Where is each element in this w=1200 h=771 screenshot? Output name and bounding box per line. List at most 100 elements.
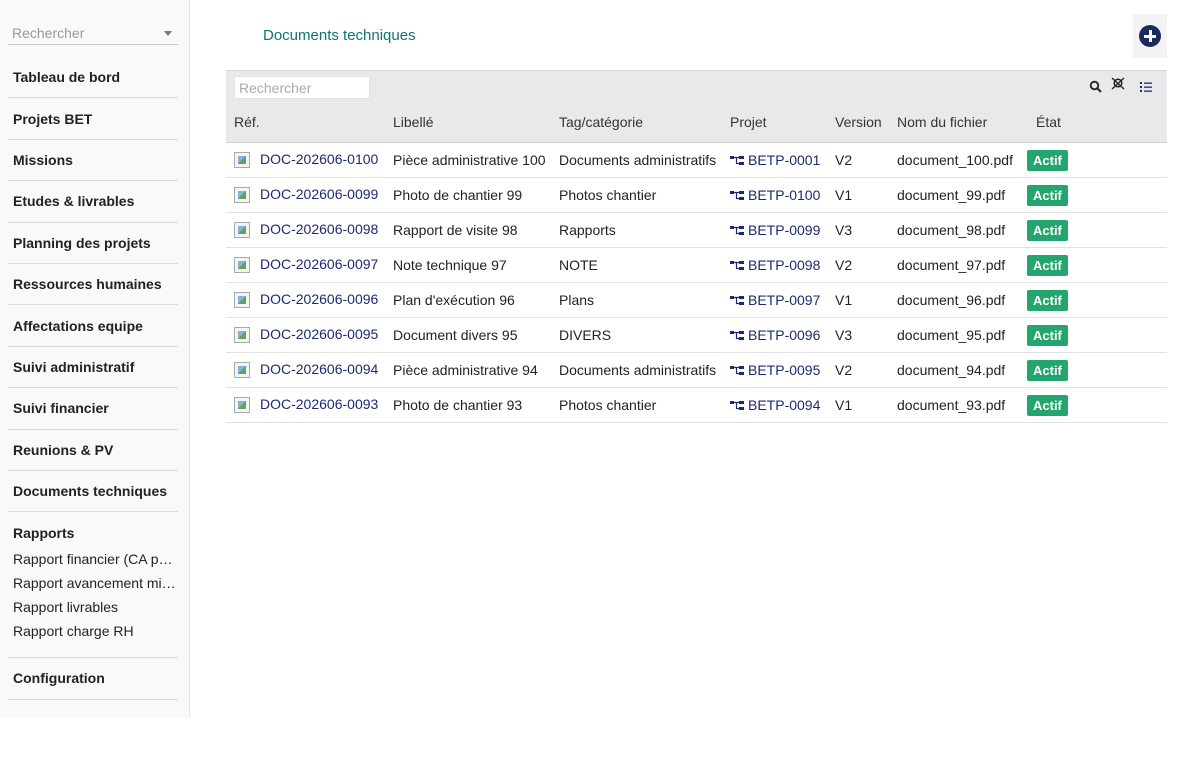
sidebar-menu: Tableau de bord Projets BET Missions Etu… (8, 57, 178, 700)
col-header-ref[interactable]: Réf. (234, 114, 260, 130)
sidebar-item-ressources-humaines[interactable]: Ressources humaines (8, 264, 178, 306)
doc-ref-link[interactable]: DOC-202606-0094 (260, 361, 378, 377)
sidebar-item-affectations[interactable]: Affectations equipe (8, 305, 178, 347)
doc-ref-link[interactable]: DOC-202606-0096 (260, 291, 378, 307)
project-link[interactable]: BETP-0100 (730, 187, 820, 203)
chevron-down-icon[interactable] (164, 31, 172, 36)
project-tree-icon (730, 226, 744, 235)
project-code: BETP-0094 (748, 397, 821, 413)
status-badge: Actif (1027, 255, 1068, 276)
project-tree-icon (730, 366, 744, 375)
sidebar-item-etudes-livrables[interactable]: Etudes & livrables (8, 181, 178, 223)
doc-version: V1 (835, 187, 853, 203)
image-icon (234, 397, 250, 413)
image-icon (234, 222, 250, 238)
doc-libelle: Photo de chantier 93 (393, 397, 523, 413)
col-header-etat[interactable]: État (1036, 114, 1061, 130)
project-tree-icon (730, 156, 744, 165)
project-code: BETP-0096 (748, 327, 821, 343)
doc-libelle: Photo de chantier 99 (393, 187, 523, 203)
sidebar-item-suivi-financier[interactable]: Suivi financier (8, 388, 178, 430)
table-row: DOC-202606-0093 Photo de chantier 93 Pho… (226, 388, 1167, 423)
doc-ref-link[interactable]: DOC-202606-0100 (260, 151, 378, 167)
image-icon (234, 152, 250, 168)
image-icon (234, 187, 250, 203)
doc-version: V1 (835, 292, 853, 308)
table-row: DOC-202606-0097 Note technique 97 NOTE B… (226, 248, 1167, 283)
table-row: DOC-202606-0100 Pièce administrative 100… (226, 143, 1167, 178)
sidebar-item-projets-bet[interactable]: Projets BET (8, 98, 178, 140)
doc-filename: document_93.pdf (897, 397, 1006, 413)
doc-version: V3 (835, 327, 853, 343)
status-badge: Actif (1027, 290, 1068, 311)
plus-circle-icon[interactable] (1139, 25, 1161, 47)
clear-filter-icon[interactable] (1111, 77, 1125, 91)
project-tree-icon (730, 261, 744, 270)
doc-ref-link[interactable]: DOC-202606-0099 (260, 186, 378, 202)
col-header-fichier[interactable]: Nom du fichier (897, 114, 987, 130)
table-search-input[interactable] (234, 76, 370, 99)
project-code: BETP-0099 (748, 222, 821, 238)
doc-ref-link[interactable]: DOC-202606-0095 (260, 326, 378, 342)
doc-tag: NOTE (559, 257, 598, 273)
doc-ref-link[interactable]: DOC-202606-0097 (260, 256, 378, 272)
col-header-libelle[interactable]: Libellé (393, 114, 433, 130)
table-row: DOC-202606-0098 Rapport de visite 98 Rap… (226, 213, 1167, 248)
project-link[interactable]: BETP-0096 (730, 327, 820, 343)
project-link[interactable]: BETP-0098 (730, 257, 820, 273)
doc-libelle: Pièce administrative 100 (393, 152, 546, 168)
doc-filename: document_98.pdf (897, 222, 1006, 238)
sidebar-subitem-rapport-livrables[interactable]: Rapport livrables (8, 595, 178, 619)
sidebar-item-reunions-pv[interactable]: Reunions & PV (8, 430, 178, 471)
project-tree-icon (730, 401, 744, 410)
project-code: BETP-0097 (748, 292, 821, 308)
status-badge: Actif (1027, 150, 1068, 171)
image-icon (234, 327, 250, 343)
project-link[interactable]: BETP-0095 (730, 362, 820, 378)
image-icon (234, 362, 250, 378)
doc-tag: Photos chantier (559, 187, 657, 203)
sidebar-search-select[interactable]: Rechercher (8, 20, 178, 45)
status-badge: Actif (1027, 395, 1068, 416)
col-header-projet[interactable]: Projet (730, 114, 767, 130)
doc-tag: Documents administratifs (559, 152, 717, 168)
documents-table: Réf. Libellé Tag/catégorie Projet Versio… (226, 70, 1167, 423)
col-header-version[interactable]: Version (835, 114, 882, 130)
doc-ref-link[interactable]: DOC-202606-0098 (260, 221, 378, 237)
doc-libelle: Rapport de visite 98 (393, 222, 518, 238)
project-tree-icon (730, 296, 744, 305)
sidebar-item-documents-techniques[interactable]: Documents techniques (8, 471, 178, 513)
sidebar: Rechercher Tableau de bord Projets BET M… (0, 0, 190, 718)
sidebar-item-planning[interactable]: Planning des projets (8, 223, 178, 264)
doc-version: V2 (835, 362, 853, 378)
doc-version: V2 (835, 152, 853, 168)
search-icon[interactable] (1089, 80, 1103, 94)
status-badge: Actif (1027, 325, 1068, 346)
project-code: BETP-0100 (748, 187, 821, 203)
doc-ref-link[interactable]: DOC-202606-0093 (260, 396, 378, 412)
project-link[interactable]: BETP-0094 (730, 397, 820, 413)
table-row: DOC-202606-0094 Pièce administrative 94 … (226, 353, 1167, 388)
col-header-tag[interactable]: Tag/catégorie (559, 114, 643, 130)
sidebar-item-suivi-administratif[interactable]: Suivi administratif (8, 347, 178, 389)
sidebar-subitem-rapport-financier[interactable]: Rapport financier (CA par... (8, 547, 178, 571)
list-view-icon[interactable] (1139, 80, 1153, 94)
doc-tag: DIVERS (559, 327, 612, 343)
doc-tag: Rapports (559, 222, 616, 238)
project-link[interactable]: BETP-0001 (730, 152, 820, 168)
sidebar-item-configuration[interactable]: Configuration (8, 658, 178, 700)
doc-libelle: Document divers 95 (393, 327, 518, 343)
project-link[interactable]: BETP-0097 (730, 292, 820, 308)
doc-filename: document_96.pdf (897, 292, 1006, 308)
doc-version: V1 (835, 397, 853, 413)
doc-filename: document_95.pdf (897, 327, 1006, 343)
doc-filename: document_99.pdf (897, 187, 1006, 203)
doc-version: V2 (835, 257, 853, 273)
sidebar-item-missions[interactable]: Missions (8, 140, 178, 182)
sidebar-subitem-rapport-avancement[interactable]: Rapport avancement miss... (8, 571, 178, 595)
project-link[interactable]: BETP-0099 (730, 222, 820, 238)
sidebar-item-tableau-de-bord[interactable]: Tableau de bord (8, 57, 178, 99)
status-badge: Actif (1027, 220, 1068, 241)
project-code: BETP-0098 (748, 257, 821, 273)
sidebar-subitem-rapport-charge-rh[interactable]: Rapport charge RH (8, 619, 178, 643)
